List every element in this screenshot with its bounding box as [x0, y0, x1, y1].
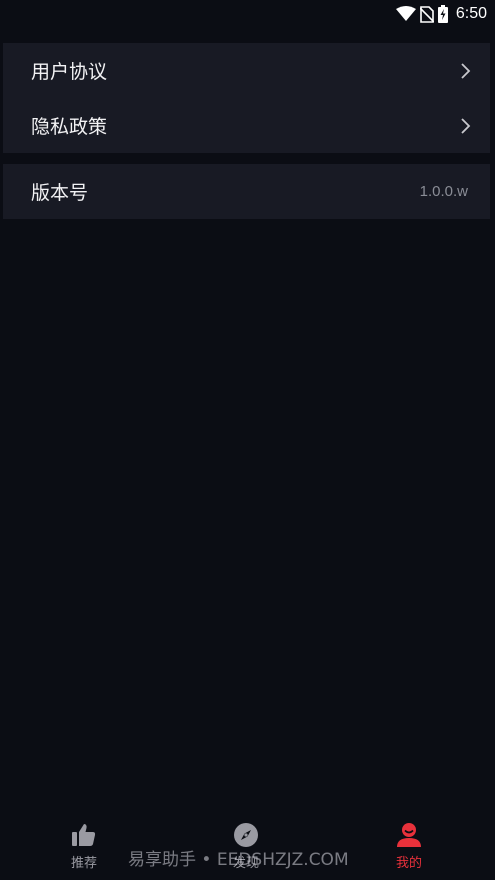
status-icons: 6:50: [392, 4, 487, 24]
settings-group-legal: 用户协议 隐私政策: [3, 43, 490, 153]
settings-group-version: 版本号 1.0.0.w: [3, 164, 490, 219]
wifi-icon: [395, 6, 416, 22]
user-agreement-row[interactable]: 用户协议: [3, 43, 490, 98]
version-row: 版本号 1.0.0.w: [3, 164, 490, 219]
version-value: 1.0.0.w: [419, 183, 468, 200]
chevron-right-icon: [461, 118, 471, 134]
nav-label-mine: 我的: [395, 856, 422, 871]
version-label: 版本号: [31, 182, 89, 204]
watermark: 易享助手 • EEDSHZJZ.COM: [128, 850, 349, 870]
nav-label-recommend: 推荐: [70, 856, 97, 871]
thumbs-up-icon: [72, 824, 96, 846]
status-time: 6:50: [455, 5, 487, 22]
privacy-policy-row[interactable]: 隐私政策: [3, 98, 490, 153]
chevron-right-icon: [461, 63, 471, 79]
user-agreement-label: 用户协议: [31, 61, 108, 83]
status-bar: 6:50: [0, 0, 495, 28]
battery-charging-icon: [437, 5, 448, 23]
privacy-policy-label: 隐私政策: [31, 116, 108, 138]
no-sim-icon: [419, 5, 434, 23]
nav-item-recommend[interactable]: 推荐: [44, 822, 124, 874]
nav-item-mine[interactable]: 我的: [369, 822, 449, 874]
user-icon: [397, 823, 421, 847]
